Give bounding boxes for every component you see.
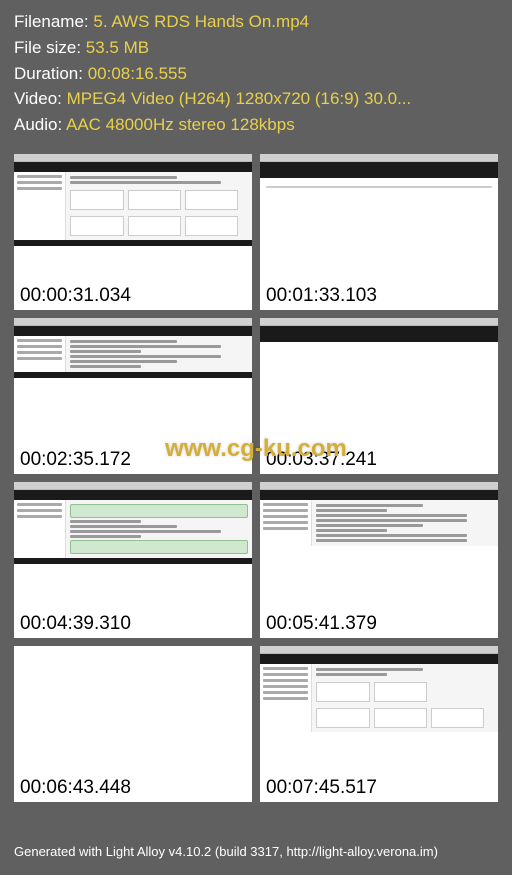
thumbnail-timestamp: 00:04:39.310 [14,610,252,638]
filesize-row: File size: 53.5 MB [14,36,498,60]
thumbnail-image [14,482,252,610]
thumbnail-timestamp: 00:03:37.241 [260,446,498,474]
filename-row: Filename: 5. AWS RDS Hands On.mp4 [14,10,498,34]
thumbnail-timestamp: 00:06:43.448 [14,774,252,802]
filename-label: Filename: [14,12,93,31]
duration-value: 00:08:16.555 [88,64,187,83]
filename-value: 5. AWS RDS Hands On.mp4 [93,12,309,31]
audio-row: Audio: AAC 48000Hz stereo 128kbps [14,113,498,137]
thumbnail-timestamp: 00:01:33.103 [260,282,498,310]
video-row: Video: MPEG4 Video (H264) 1280x720 (16:9… [14,87,498,111]
filesize-value: 53.5 MB [86,38,149,57]
thumbnail-image [260,646,498,774]
thumbnail-timestamp: 00:02:35.172 [14,446,252,474]
thumbnail-3[interactable]: 00:02:35.172 [14,318,252,474]
duration-label: Duration: [14,64,88,83]
audio-value: AAC 48000Hz stereo 128kbps [66,115,295,134]
thumbnail-6[interactable]: 00:05:41.379 [260,482,498,638]
thumbnail-image [260,154,498,282]
video-label: Video: [14,89,67,108]
audio-label: Audio: [14,115,66,134]
video-value: MPEG4 Video (H264) 1280x720 (16:9) 30.0.… [67,89,412,108]
thumbnail-grid: 00:00:31.034 00:01:33.103 [0,149,512,807]
filesize-label: File size: [14,38,86,57]
media-info-panel: Filename: 5. AWS RDS Hands On.mp4 File s… [0,0,512,149]
thumbnail-4[interactable]: 00:03:37.241 [260,318,498,474]
thumbnail-timestamp: 00:00:31.034 [14,282,252,310]
thumbnail-image [14,318,252,446]
thumbnail-1[interactable]: 00:00:31.034 [14,154,252,310]
thumbnail-2[interactable]: 00:01:33.103 [260,154,498,310]
thumbnail-timestamp: 00:07:45.517 [260,774,498,802]
thumbnail-image [260,318,498,446]
thumbnail-image [14,154,252,282]
thumbnail-7[interactable]: 00:06:43.448 [14,646,252,802]
thumbnail-image [260,482,498,610]
thumbnail-image [14,646,252,774]
thumbnail-8[interactable]: 00:07:45.517 [260,646,498,802]
thumbnail-5[interactable]: 00:04:39.310 [14,482,252,638]
footer-text: Generated with Light Alloy v4.10.2 (buil… [0,836,452,867]
duration-row: Duration: 00:08:16.555 [14,62,498,86]
thumbnail-timestamp: 00:05:41.379 [260,610,498,638]
